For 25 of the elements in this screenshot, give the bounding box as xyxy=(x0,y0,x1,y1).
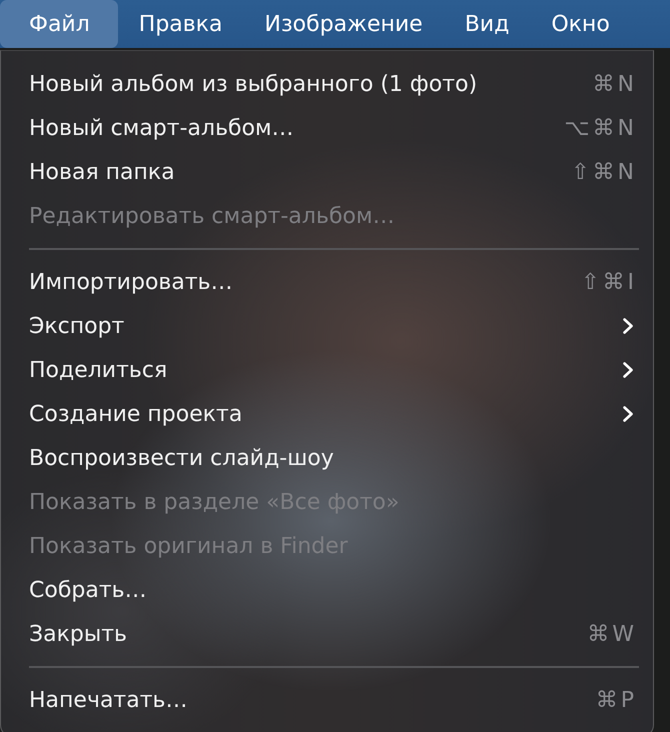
menu-item[interactable]: Импортировать… xyxy=(29,270,233,294)
keyboard-shortcut: ⌘N xyxy=(592,72,637,96)
menu-item[interactable]: Экспорт xyxy=(29,314,124,338)
menu-item[interactable]: Новая папка xyxy=(29,160,175,184)
keyboard-shortcut: ⇧⌘N xyxy=(571,160,637,184)
menu-bar-item[interactable]: Изображение xyxy=(244,0,444,48)
menu-bar-item[interactable]: Вид xyxy=(444,0,530,48)
chevron-right-icon xyxy=(623,406,633,422)
keyboard-shortcut: ⌘W xyxy=(587,622,637,646)
menu-item[interactable]: Напечатать… xyxy=(29,688,188,712)
keyboard-shortcut: ⌘P xyxy=(596,688,637,712)
menu-item[interactable]: Закрыть xyxy=(29,622,127,646)
menu-item[interactable]: Поделиться xyxy=(29,358,168,382)
menu-item[interactable]: Новый альбом из выбранного (1 фото) xyxy=(29,72,478,96)
menu-item[interactable]: Собрать… xyxy=(29,578,147,602)
chevron-right-icon xyxy=(623,318,633,334)
menu-bar-item[interactable]: Файл xyxy=(0,0,118,48)
menu-bar-item[interactable]: Окно xyxy=(530,0,631,48)
keyboard-shortcut: ⇧⌘I xyxy=(581,270,637,294)
keyboard-shortcut: ⌥⌘N xyxy=(564,116,637,140)
menu-bar-item[interactable]: Правка xyxy=(118,0,244,48)
menu-item[interactable]: Воспроизвести слайд-шоу xyxy=(29,446,334,470)
chevron-right-icon xyxy=(623,362,633,378)
menu-item[interactable]: Создание проекта xyxy=(29,402,242,426)
menu-item[interactable]: Новый смарт-альбом… xyxy=(29,116,294,140)
